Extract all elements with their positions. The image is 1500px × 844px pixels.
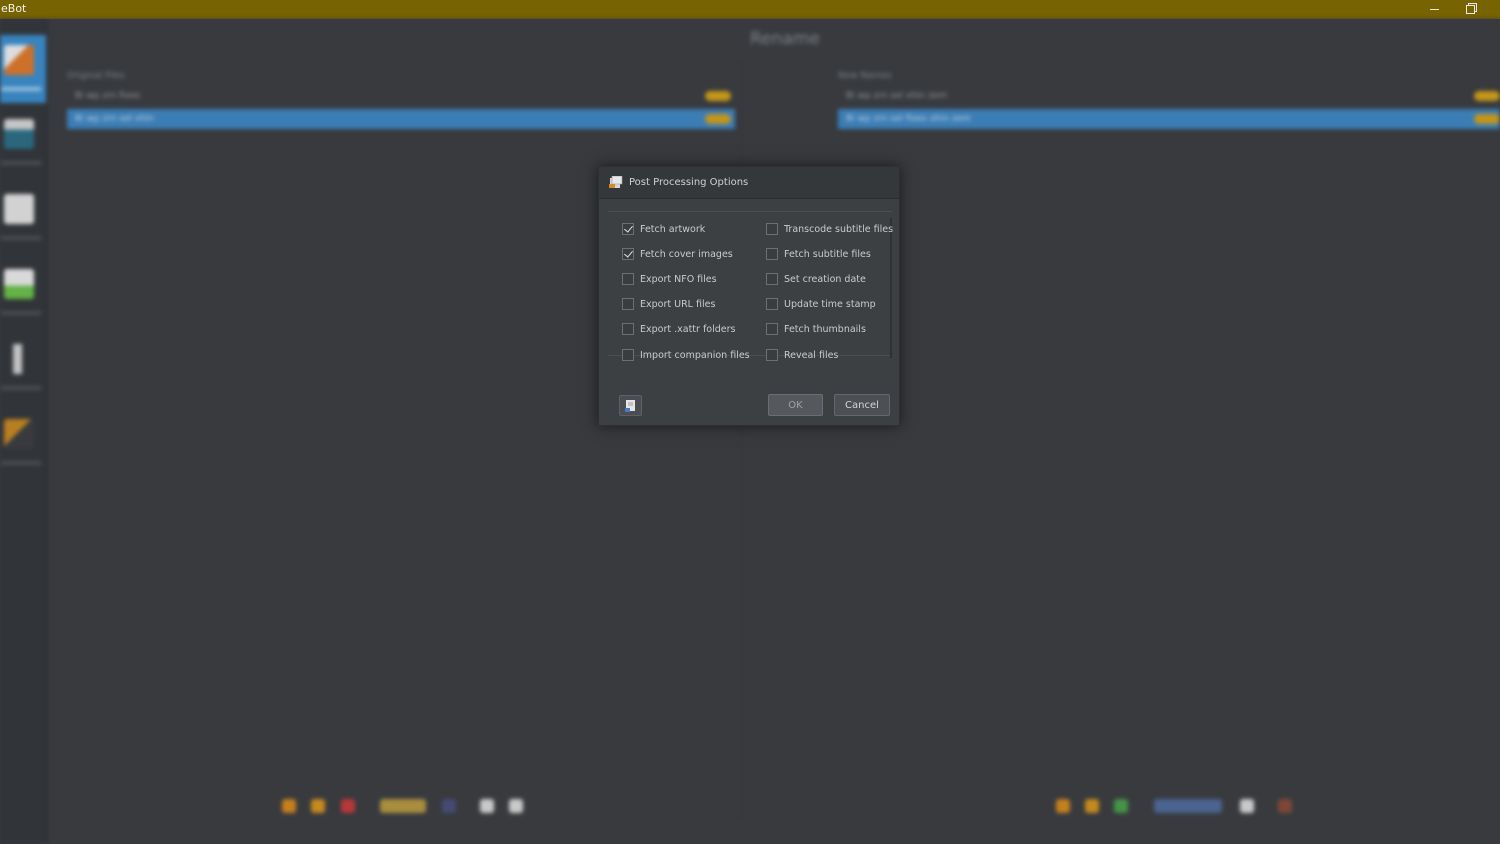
option-fetch-artwork[interactable]: Fetch artwork — [622, 222, 705, 236]
option-label: Fetch cover images — [640, 248, 733, 260]
option-label: Export URL files — [640, 298, 716, 310]
restore-button[interactable] — [1453, 0, 1487, 19]
option-fetch-cover-images[interactable]: Fetch cover images — [622, 247, 733, 261]
checkbox[interactable] — [622, 349, 634, 361]
option-set-creation-date[interactable]: Set creation date — [766, 272, 866, 286]
option-export-nfo-files[interactable]: Export NFO files — [622, 272, 717, 286]
option-fetch-subtitle-files[interactable]: Fetch subtitle files — [766, 247, 871, 261]
option-label: Fetch thumbnails — [784, 323, 866, 335]
checkbox[interactable] — [766, 323, 778, 335]
option-import-companion-files[interactable]: Import companion files — [622, 348, 750, 362]
window-title: eBot — [1, 2, 27, 15]
checkbox[interactable] — [766, 273, 778, 285]
option-fetch-thumbnails[interactable]: Fetch thumbnails — [766, 322, 866, 336]
dialog-title: Post Processing Options — [629, 177, 749, 188]
checkbox[interactable] — [766, 248, 778, 260]
option-update-time-stamp[interactable]: Update time stamp — [766, 297, 876, 311]
checkbox[interactable] — [766, 298, 778, 310]
scrollbar[interactable] — [890, 218, 892, 358]
title-bar: eBot — [0, 0, 1500, 19]
option-label: Set creation date — [784, 273, 866, 285]
cancel-button[interactable]: Cancel — [834, 394, 890, 416]
checkbox[interactable] — [622, 323, 634, 335]
option-reveal-files[interactable]: Reveal files — [766, 348, 838, 362]
script-icon — [625, 400, 635, 412]
checkbox[interactable] — [622, 223, 634, 235]
option-transcode-subtitle-files[interactable]: Transcode subtitle files — [766, 222, 893, 236]
option-export-url-files[interactable]: Export URL files — [622, 297, 715, 311]
dialog-header: Post Processing Options — [599, 167, 899, 199]
edit-script-button[interactable] — [619, 395, 642, 416]
option-label: Transcode subtitle files — [784, 223, 894, 235]
option-label: Export .xattr folders — [640, 323, 736, 335]
checkbox[interactable] — [622, 273, 634, 285]
checkbox[interactable] — [766, 349, 778, 361]
checkbox[interactable] — [622, 248, 634, 260]
modal-overlay — [0, 19, 1500, 844]
dialog-icon — [609, 176, 623, 188]
option-label: Fetch artwork — [640, 223, 706, 235]
option-export-xattr-folders[interactable]: Export .xattr folders — [622, 322, 735, 336]
option-label: Fetch subtitle files — [784, 248, 871, 260]
ok-button[interactable]: OK — [768, 394, 823, 416]
option-label: Import companion files — [640, 349, 750, 361]
checkbox[interactable] — [622, 298, 634, 310]
option-label: Export NFO files — [640, 273, 717, 285]
checkbox[interactable] — [766, 223, 778, 235]
minimize-button[interactable] — [1417, 0, 1451, 19]
option-label: Reveal files — [784, 349, 839, 361]
option-label: Update time stamp — [784, 298, 876, 310]
post-processing-dialog: Post Processing Options Fetch artwork Fe… — [598, 166, 900, 426]
